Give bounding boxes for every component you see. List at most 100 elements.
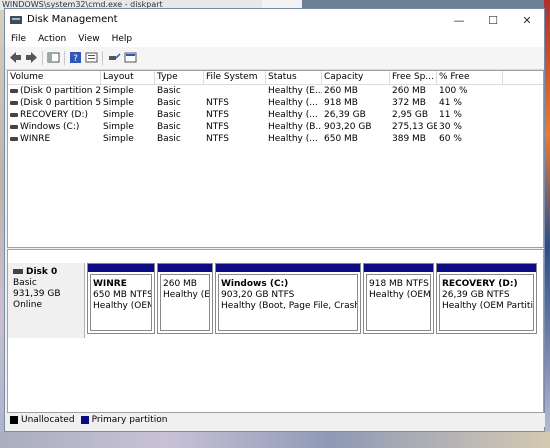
disk-size: 931,39 GB xyxy=(13,289,61,299)
partition-status: Healthy (OEM P xyxy=(369,290,431,300)
cell-status: Healthy (... xyxy=(268,110,318,120)
disk-management-window: Disk Management — ☐ ✕ File Action View H… xyxy=(4,8,545,432)
toolbar-separator xyxy=(64,51,65,65)
partition-name: Windows (C:) xyxy=(221,279,289,289)
primary-partition-swatch xyxy=(80,416,89,424)
column-header-status[interactable]: Status xyxy=(266,71,322,84)
maximize-button[interactable]: ☐ xyxy=(476,9,510,31)
primary-partition-bar xyxy=(158,264,212,272)
menu-bar: File Action View Help xyxy=(5,31,544,47)
cell-capacity: 260 MB xyxy=(324,86,358,96)
cell-free-space: 2,95 GB xyxy=(392,110,429,120)
cell-volume: (Disk 0 partition 5) xyxy=(8,97,101,109)
disk-icon xyxy=(13,269,23,274)
disk-0-label[interactable]: Disk 0 Basic 931,39 GB Online xyxy=(8,263,85,338)
cell-file-system: NTFS xyxy=(206,134,229,144)
volume-icon xyxy=(10,100,18,105)
close-button[interactable]: ✕ xyxy=(510,9,544,31)
cell-volume: WINRE xyxy=(8,133,101,145)
partition-size: 650 MB NTFS xyxy=(93,290,152,300)
cell-percent-free: 100 % xyxy=(439,86,468,96)
cell-type: Basic xyxy=(157,134,181,144)
connect-icon[interactable] xyxy=(108,51,121,64)
cell-capacity: 650 MB xyxy=(324,134,358,144)
table-row[interactable]: RECOVERY (D:) Simple Basic NTFS Healthy … xyxy=(8,109,543,121)
forward-arrow-icon[interactable] xyxy=(25,51,38,64)
partition-oem[interactable]: 918 MB NTFS Healthy (OEM P xyxy=(363,263,434,334)
cell-volume: RECOVERY (D:) xyxy=(8,109,101,121)
cell-layout: Simple xyxy=(103,98,134,108)
partition-windows-c[interactable]: Windows (C:) 903,20 GB NTFS Healthy (Boo… xyxy=(215,263,361,334)
volume-icon xyxy=(10,88,18,93)
toolbar: ? xyxy=(5,47,544,70)
menu-file[interactable]: File xyxy=(5,31,32,47)
partition-winre[interactable]: WINRE 650 MB NTFS Healthy (OEM I xyxy=(87,263,155,334)
desktop-background-bottom xyxy=(0,432,550,448)
cell-layout: Simple xyxy=(103,86,134,96)
partition-status: Healthy (EFI xyxy=(163,290,210,300)
cell-file-system xyxy=(204,85,266,97)
primary-partition-bar xyxy=(437,264,536,272)
menu-help[interactable]: Help xyxy=(106,31,139,47)
disk-type: Basic xyxy=(13,278,37,288)
column-header-file-system[interactable]: File System xyxy=(204,71,266,84)
disk-management-icon xyxy=(10,16,22,24)
cell-type: Basic xyxy=(157,98,181,108)
cell-status: Healthy (B... xyxy=(268,122,322,132)
volume-icon xyxy=(10,112,18,117)
table-row[interactable]: (Disk 0 partition 5) Simple Basic NTFS H… xyxy=(8,97,543,109)
cell-layout: Simple xyxy=(103,122,134,132)
disk-state: Online xyxy=(13,300,43,310)
partition-size: 260 MB xyxy=(163,279,197,289)
column-header-layout[interactable]: Layout xyxy=(101,71,155,84)
console-tree-icon[interactable] xyxy=(47,51,60,64)
toolbar-separator xyxy=(102,51,103,65)
title-bar[interactable]: Disk Management — ☐ ✕ xyxy=(5,9,544,31)
legend-primary-partition: Primary partition xyxy=(91,415,168,425)
menu-view[interactable]: View xyxy=(72,31,105,47)
column-header-percent-free[interactable]: % Free xyxy=(437,71,503,84)
view-icon[interactable] xyxy=(124,51,137,64)
legend-bar: Unallocated Primary partition xyxy=(7,413,545,427)
cell-file-system: NTFS xyxy=(206,110,229,120)
cell-status: Healthy (... xyxy=(268,98,318,108)
table-row[interactable]: WINRE Simple Basic NTFS Healthy (... 650… xyxy=(8,133,543,145)
cell-free-space: 260 MB xyxy=(392,86,426,96)
cell-free-space: 372 MB xyxy=(392,98,426,108)
menu-action[interactable]: Action xyxy=(32,31,72,47)
partition-name: WINRE xyxy=(93,279,127,289)
toolbar-separator xyxy=(42,51,43,65)
partition-size: 903,20 GB NTFS xyxy=(221,290,295,300)
partition-size: 26,39 GB NTFS xyxy=(442,290,510,300)
partition-status: Healthy (Boot, Page File, Crash Dun xyxy=(221,301,358,311)
volume-icon xyxy=(10,124,18,129)
column-header-type[interactable]: Type xyxy=(155,71,204,84)
cell-volume: Windows (C:) xyxy=(8,121,101,133)
volume-list: Volume Layout Type File System Status Ca… xyxy=(7,70,544,248)
column-header-volume[interactable]: Volume xyxy=(8,71,101,84)
partition-status: Healthy (OEM Partition) xyxy=(442,301,533,311)
table-row[interactable]: Windows (C:) Simple Basic NTFS Healthy (… xyxy=(8,121,543,133)
cell-percent-free: 60 % xyxy=(439,134,462,144)
legend-unallocated: Unallocated xyxy=(21,415,75,425)
cell-percent-free: 30 % xyxy=(439,122,462,132)
volume-list-header: Volume Layout Type File System Status Ca… xyxy=(8,71,543,85)
partition-name: RECOVERY (D:) xyxy=(442,279,518,289)
cell-file-system: NTFS xyxy=(206,98,229,108)
cell-layout: Simple xyxy=(103,110,134,120)
unallocated-swatch xyxy=(10,416,18,424)
cell-capacity: 918 MB xyxy=(324,98,358,108)
volume-icon xyxy=(10,136,18,141)
primary-partition-bar xyxy=(364,264,433,272)
minimize-button[interactable]: — xyxy=(442,9,476,31)
window-title: Disk Management xyxy=(27,14,118,25)
properties-icon[interactable] xyxy=(85,51,98,64)
column-header-free-space[interactable]: Free Sp... xyxy=(390,71,437,84)
cell-capacity: 903,20 GB xyxy=(324,122,372,132)
help-icon[interactable]: ? xyxy=(69,51,82,64)
table-row[interactable]: (Disk 0 partition 2) Simple Basic Health… xyxy=(8,85,543,97)
partition-efi[interactable]: 260 MB Healthy (EFI xyxy=(157,263,213,334)
back-arrow-icon[interactable] xyxy=(9,51,22,64)
partition-recovery-d[interactable]: RECOVERY (D:) 26,39 GB NTFS Healthy (OEM… xyxy=(436,263,537,334)
column-header-capacity[interactable]: Capacity xyxy=(322,71,390,84)
